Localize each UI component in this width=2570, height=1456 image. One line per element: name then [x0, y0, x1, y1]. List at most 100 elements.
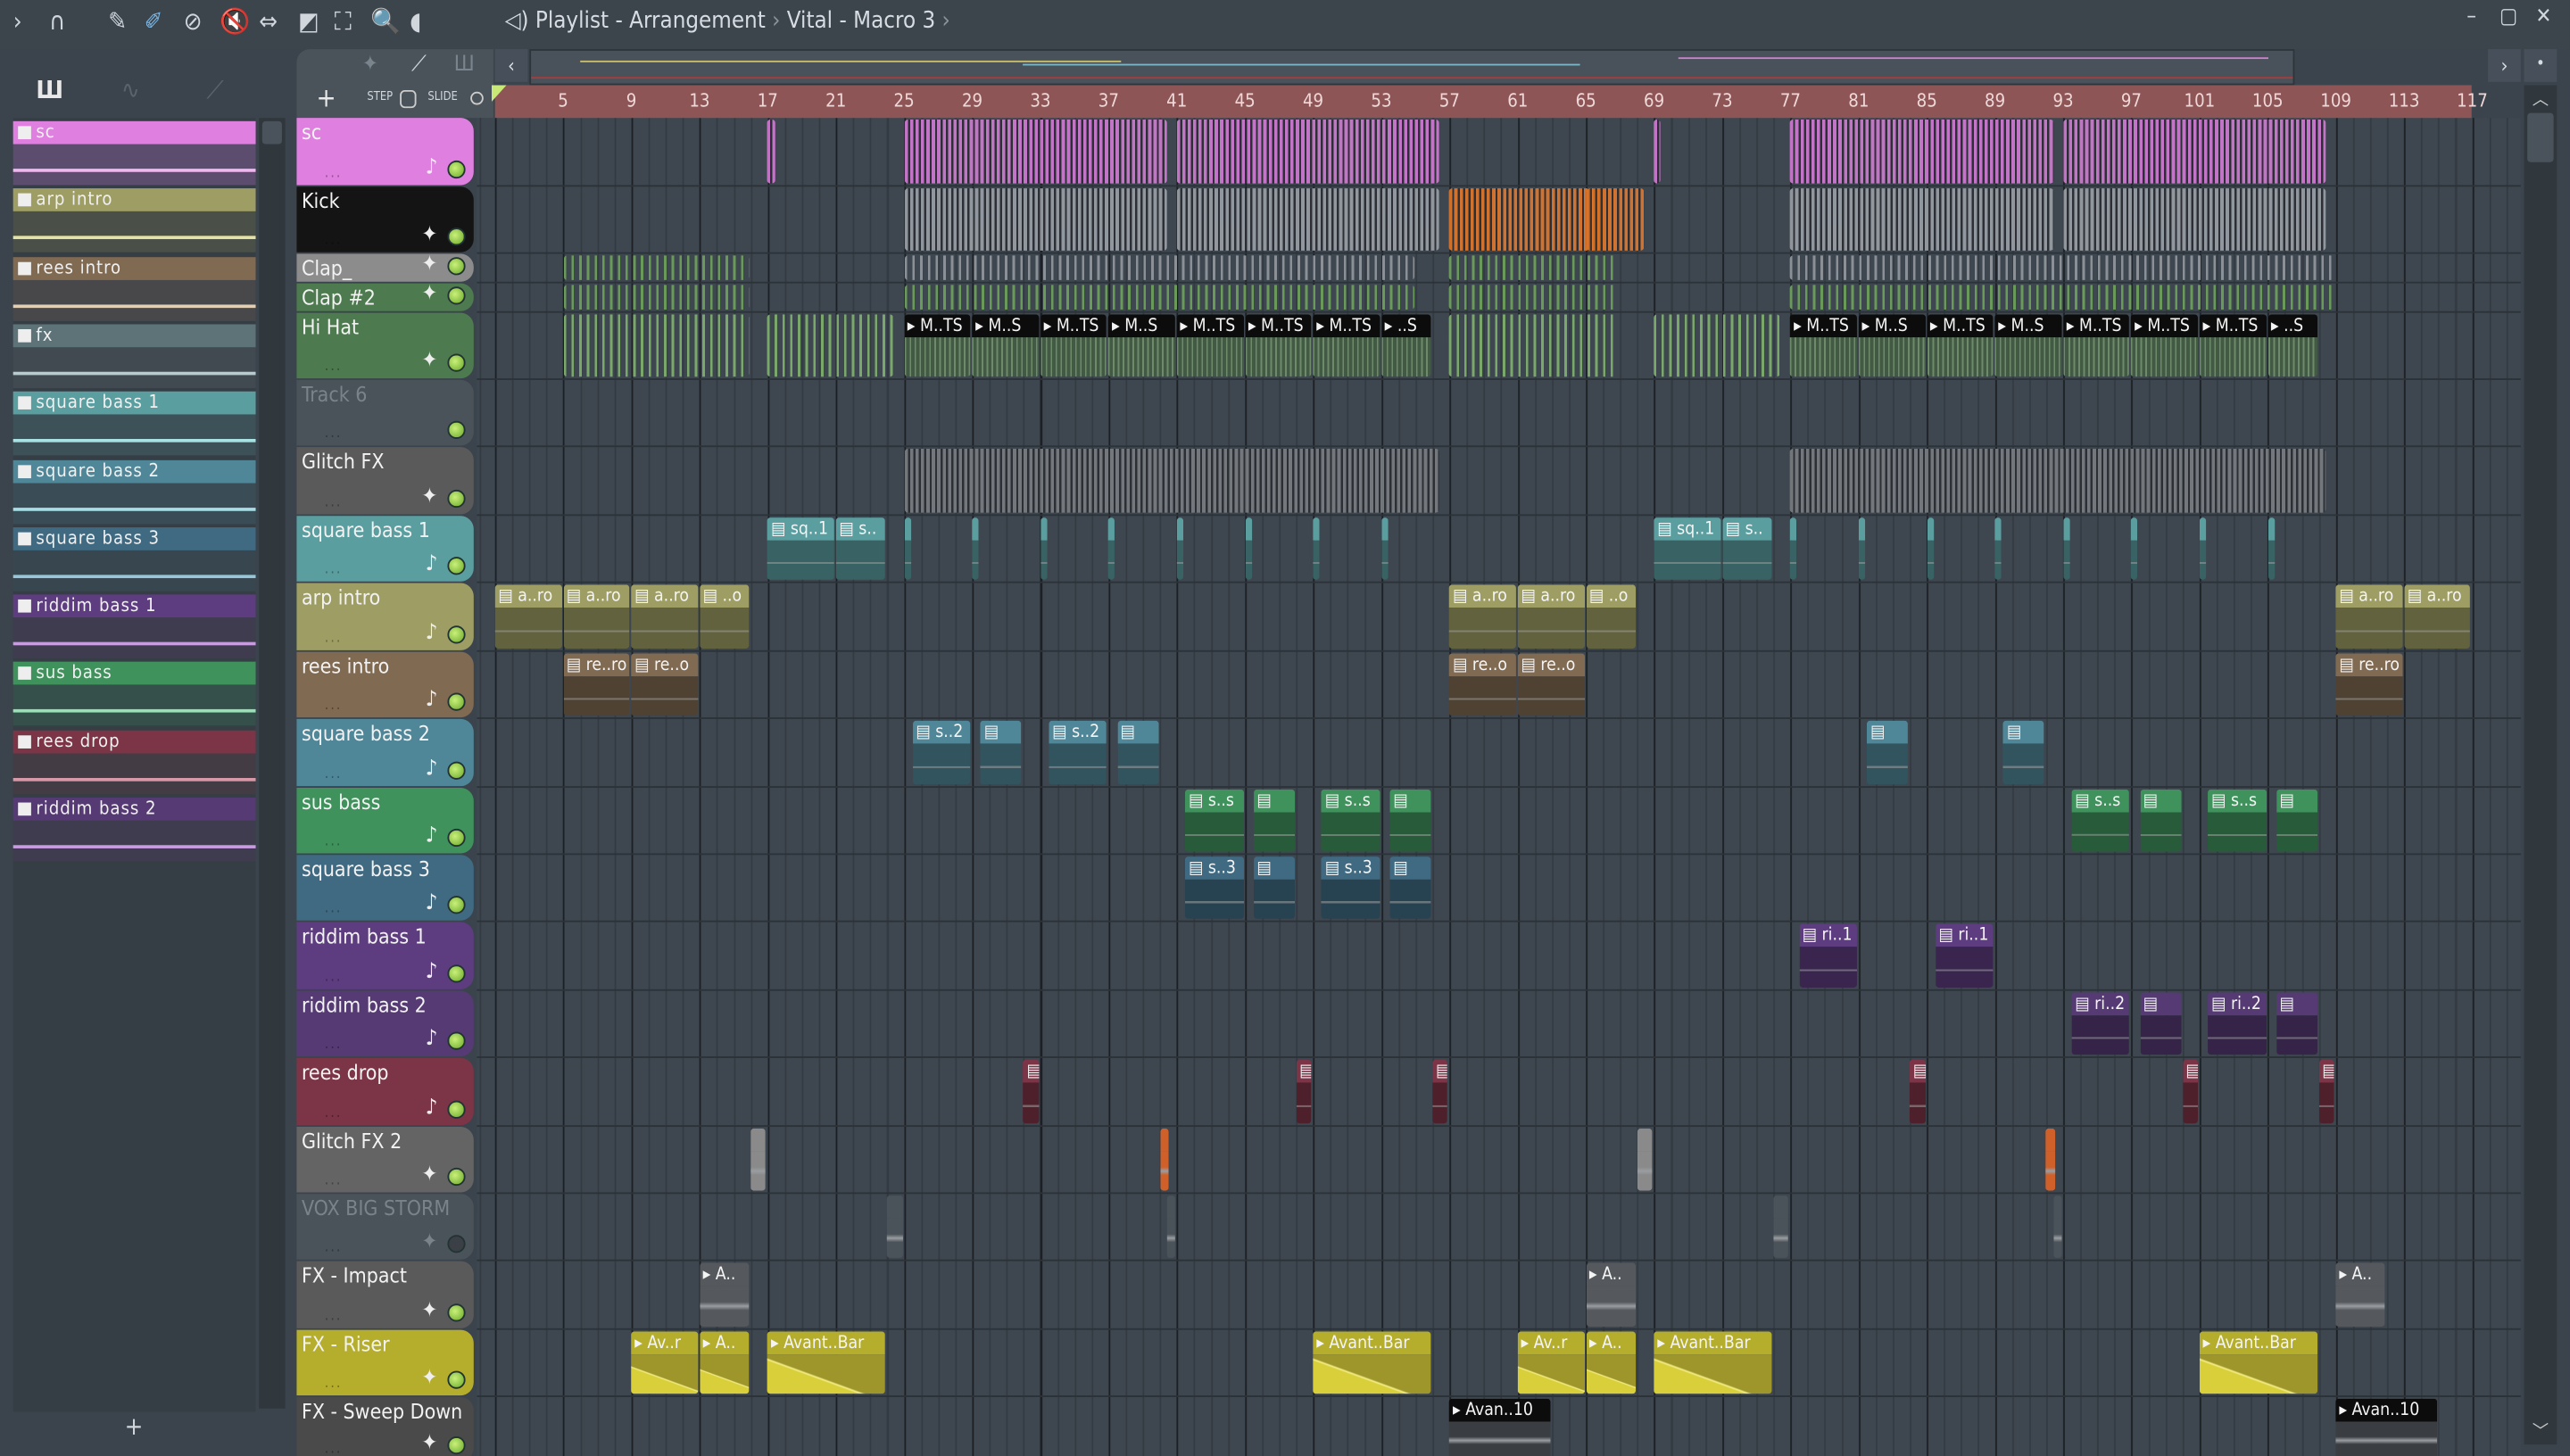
track-header-glitch-fx-2[interactable]: Glitch FX 2... ✦ — [296, 1127, 474, 1193]
pattern-clip[interactable]: ▤ ri..2 — [2071, 992, 2130, 1055]
picker-item-fx[interactable]: fx — [12, 324, 256, 388]
track-menu-dots[interactable]: ... — [325, 1376, 343, 1392]
mute-icon[interactable]: 🔇 — [220, 6, 250, 36]
audio-clip[interactable]: ▸ A.. — [1586, 1331, 1636, 1394]
track-header-fx---sweep-down[interactable]: FX - Sweep Down... ✦ — [296, 1396, 474, 1456]
track-mute-led[interactable] — [447, 353, 466, 372]
add-track-button[interactable]: + — [316, 82, 336, 113]
audio-clip[interactable]: ▸ Avan..10 — [2335, 1398, 2437, 1456]
step-toggle[interactable] — [400, 89, 417, 109]
track-menu-dots[interactable]: ... — [325, 631, 343, 647]
track-mute-led[interactable] — [447, 160, 466, 179]
pattern-clip[interactable]: ▤ a..ro — [2404, 584, 2471, 649]
track-menu-dots[interactable]: ... — [325, 1240, 343, 1256]
pattern-clip[interactable] — [904, 517, 911, 580]
pattern-clip[interactable] — [1176, 517, 1184, 580]
track-mute-led[interactable] — [447, 1370, 466, 1389]
picker-item-sc[interactable]: sc — [12, 120, 256, 186]
track-mute-led[interactable] — [447, 828, 466, 848]
picker-item-square-bass-2[interactable]: square bass 2 — [12, 459, 256, 524]
pattern-clip[interactable] — [563, 255, 750, 280]
pattern-clip[interactable]: ▤ — [1867, 720, 1909, 785]
pencil-icon[interactable]: ✎ — [108, 6, 127, 36]
pattern-clip[interactable]: ▤ — [2139, 992, 2181, 1055]
track-header-clap-#2[interactable]: Clap #2 ✦ — [296, 283, 474, 311]
pattern-clip[interactable] — [1790, 255, 2334, 280]
track-header-glitch-fx[interactable]: Glitch FX... ✦ — [296, 447, 474, 515]
pattern-clip[interactable] — [2063, 188, 2326, 251]
track-header-square-bass-2[interactable]: square bass 2... ♪ — [296, 718, 474, 787]
pattern-clip[interactable]: ▤ re..o — [631, 653, 699, 716]
track-menu-dots[interactable]: ... — [325, 698, 343, 714]
pattern-clip[interactable] — [1449, 314, 1619, 377]
track-menu-dots[interactable]: ... — [325, 1037, 343, 1053]
track-header-riddim-bass-1[interactable]: riddim bass 1... ♪ — [296, 922, 474, 989]
pattern-clip[interactable]: ▤ a..ro — [1517, 584, 1585, 649]
track-menu-dots[interactable]: ... — [325, 1442, 343, 1456]
track-mute-led[interactable] — [447, 286, 466, 305]
audio-clip[interactable] — [2045, 1128, 2055, 1191]
slide-toggle[interactable] — [470, 91, 484, 105]
audio-clip[interactable]: ▸ ..S — [2267, 314, 2317, 377]
audio-clip[interactable]: ▸ M..TS — [2131, 314, 2198, 377]
track-header-track-6[interactable]: Track 6... — [296, 379, 474, 446]
track-menu-dots[interactable]: ... — [325, 1172, 343, 1188]
track-menu-dots[interactable]: ... — [325, 233, 343, 249]
pattern-clip[interactable] — [1790, 517, 1797, 580]
audio-clip[interactable]: ▸ M..TS — [2063, 314, 2130, 377]
track-header-square-bass-3[interactable]: square bass 3... ♪ — [296, 855, 474, 921]
add-pattern-button[interactable]: + — [125, 1411, 144, 1441]
playlist-grid[interactable]: ▸ M..TS ▸ M..S ▸ M..TS ▸ M..S ▸ M..TS ▸ M..TS… — [477, 118, 2521, 1456]
audio-clip[interactable]: ▸ Avant..Bar — [767, 1331, 886, 1394]
pattern-clip[interactable]: ▤ — [2182, 1059, 2198, 1124]
scroll-thumb[interactable] — [2527, 112, 2554, 162]
pattern-clip[interactable] — [2131, 517, 2138, 580]
pattern-clip[interactable] — [1245, 517, 1252, 580]
track-header-kick[interactable]: Kick... ✦ — [296, 186, 474, 252]
pattern-clip[interactable]: ▤ — [1023, 1059, 1040, 1124]
pattern-clip[interactable] — [563, 314, 750, 377]
track-header-rees-drop[interactable]: rees drop... ♪ — [296, 1057, 474, 1126]
track-header-riddim-bass-2[interactable]: riddim bass 2... ♪ — [296, 990, 474, 1057]
audio-clip[interactable] — [1637, 1128, 1653, 1191]
picker-item-arp-intro[interactable]: arp intro — [12, 188, 256, 253]
pattern-clip[interactable]: ▤ — [1253, 789, 1295, 852]
pattern-clip[interactable]: ▤ sq..1 — [767, 517, 834, 580]
audio-clip[interactable]: ▸ M..TS — [1313, 314, 1380, 377]
pattern-clip[interactable] — [1927, 517, 1934, 580]
pattern-clip[interactable] — [1994, 517, 2002, 580]
pattern-clip[interactable] — [2063, 120, 2326, 184]
audio-clip[interactable]: ▸ M..S — [972, 314, 1040, 377]
pattern-clip[interactable]: ▤ s..s — [1185, 789, 1244, 852]
track-mute-led[interactable] — [447, 1235, 466, 1253]
picker-item-riddim-bass-1[interactable]: riddim bass 1 — [12, 594, 256, 659]
track-menu-dots[interactable]: ... — [325, 766, 343, 782]
track-header-sus-bass[interactable]: sus bass... ♪ — [296, 788, 474, 854]
pattern-clip[interactable] — [1313, 517, 1320, 580]
pattern-clip[interactable] — [1654, 120, 1662, 184]
pattern-clip[interactable] — [1449, 188, 1602, 251]
track-mute-led[interactable] — [447, 420, 466, 439]
pattern-clip[interactable]: ▤ — [2318, 1059, 2334, 1124]
pattern-clip[interactable] — [767, 314, 894, 377]
track-menu-dots[interactable]: ... — [325, 1105, 343, 1121]
pattern-clip[interactable] — [2063, 517, 2070, 580]
pattern-clip[interactable] — [1790, 120, 2053, 184]
scroll-up-icon[interactable]: ︿ — [2524, 85, 2558, 110]
audio-clip[interactable] — [1773, 1195, 1789, 1258]
track-header-clap_[interactable]: Clap_ ✦ — [296, 253, 474, 282]
arrow-right-icon[interactable]: › — [13, 6, 22, 36]
track-menu-dots[interactable]: ... — [325, 562, 343, 578]
pattern-clip[interactable]: ▤ ..o — [699, 584, 750, 649]
pattern-clip[interactable] — [1586, 188, 1645, 251]
audio-clip[interactable]: ▸ M..S — [1858, 314, 1926, 377]
pattern-clip[interactable]: ▤ s..3 — [1322, 856, 1380, 919]
track-menu-dots[interactable]: ... — [325, 426, 343, 442]
pattern-clip-icon[interactable]: Ш — [454, 53, 475, 78]
track-header-fx---riser[interactable]: FX - Riser... ✦ — [296, 1329, 474, 1396]
pattern-clip[interactable]: ▤ — [2276, 789, 2317, 852]
audio-clip[interactable] — [886, 1195, 903, 1258]
track-mute-led[interactable] — [447, 557, 466, 575]
picker-item-rees-intro[interactable]: rees intro — [12, 256, 256, 321]
track-mute-led[interactable] — [447, 1167, 466, 1187]
